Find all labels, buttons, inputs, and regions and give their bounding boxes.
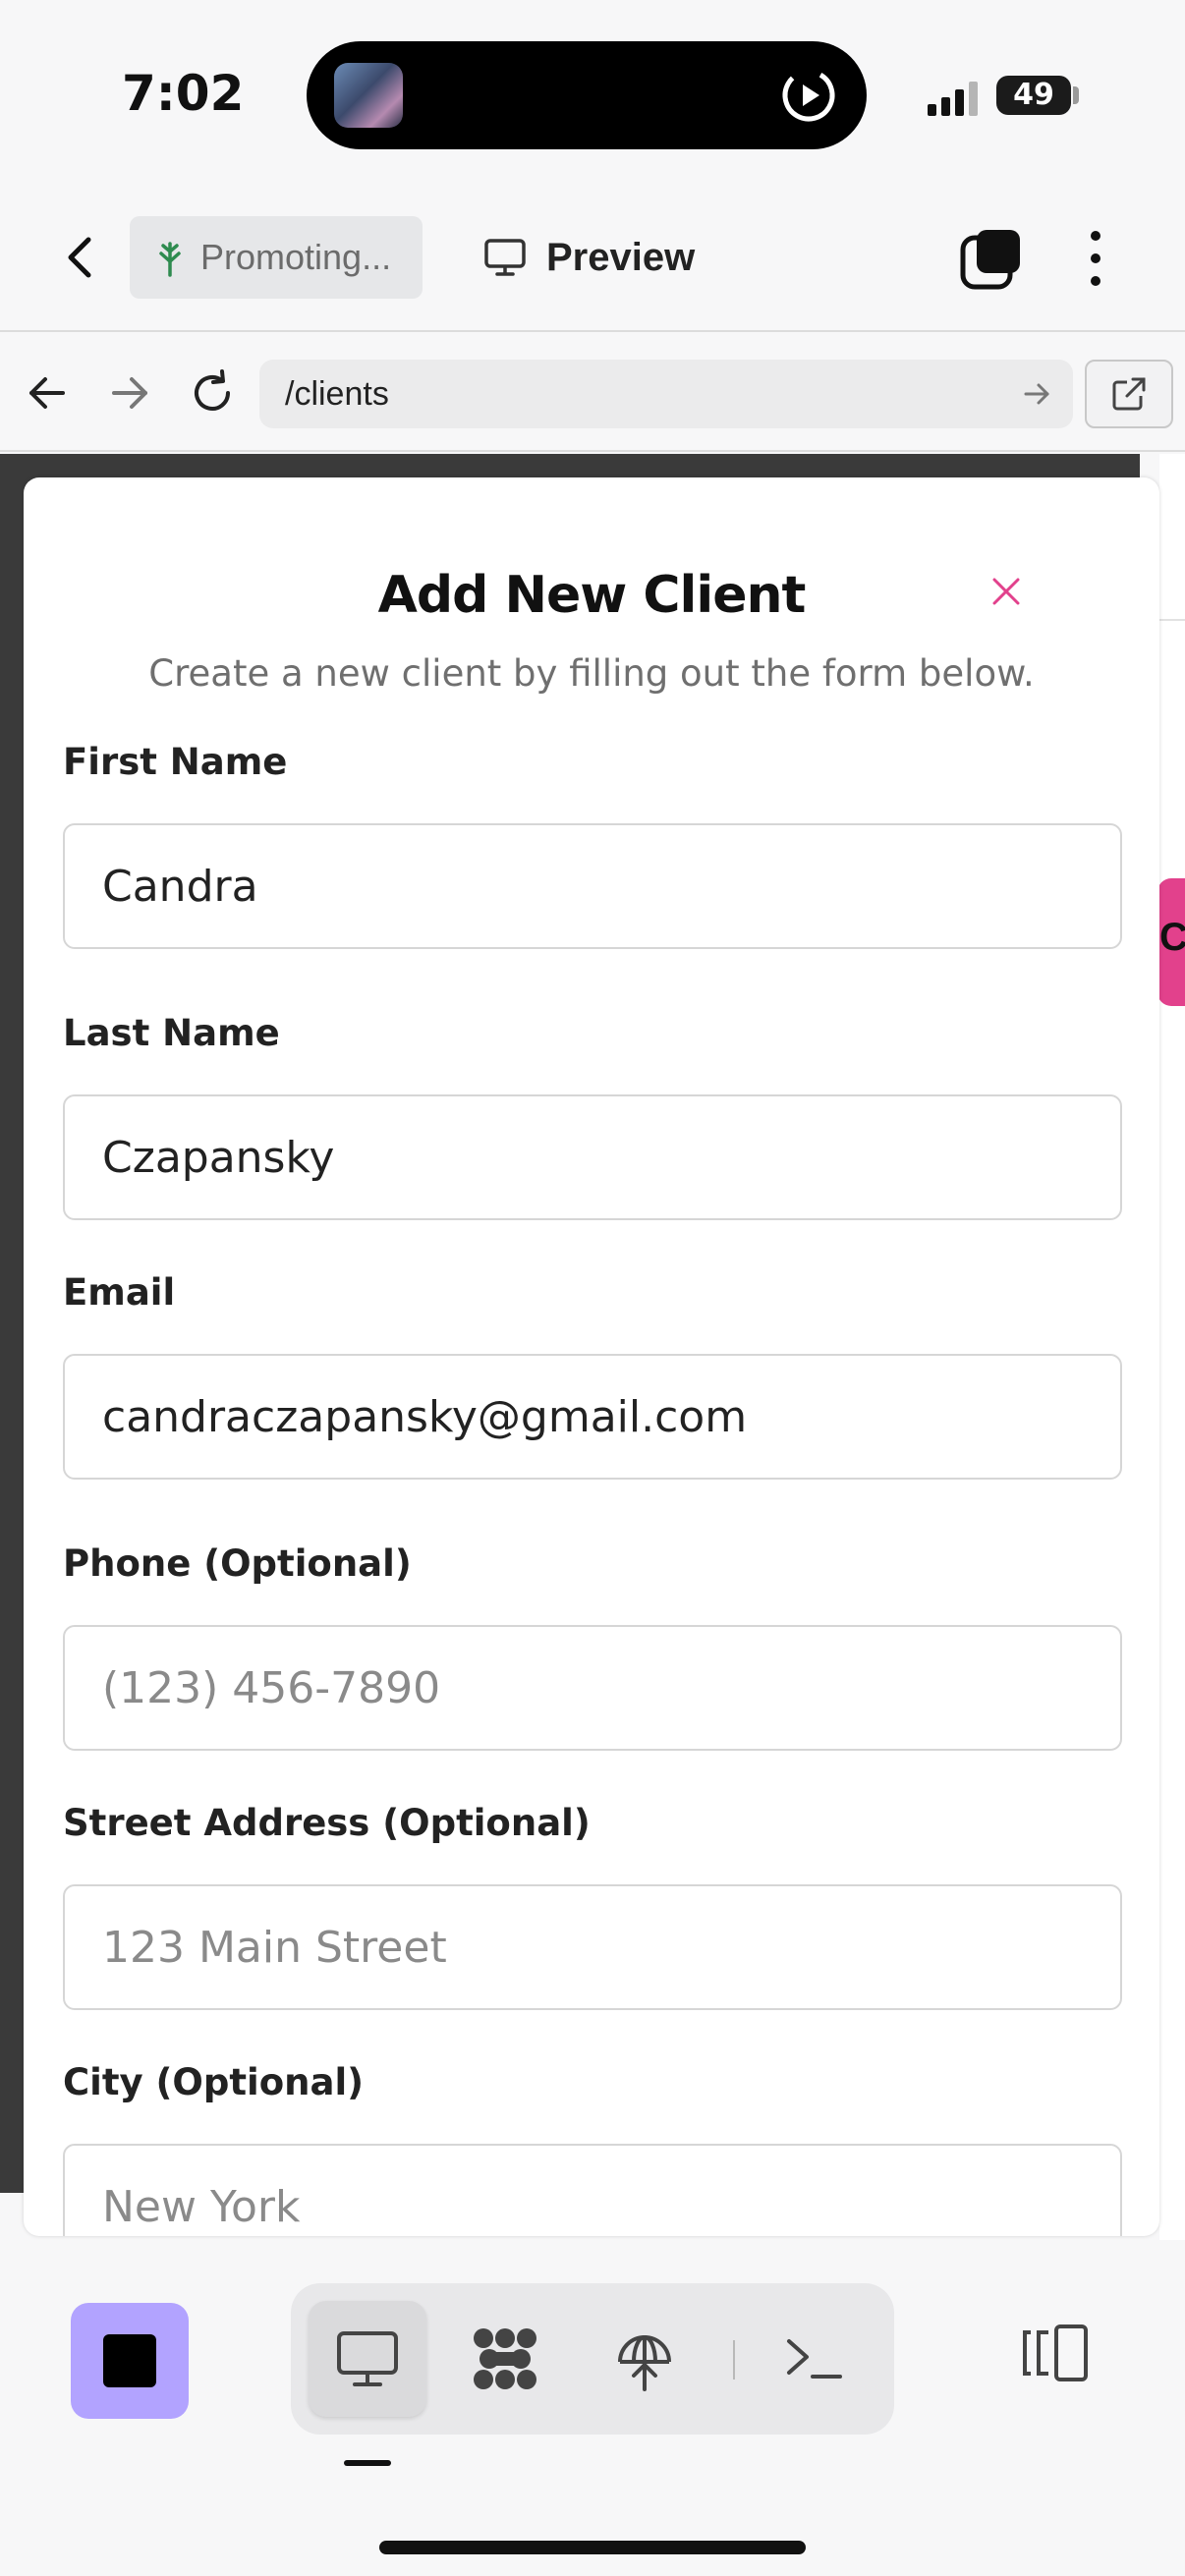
email-label: Email: [63, 1271, 176, 1314]
background-add-client-button[interactable]: Cl: [1157, 878, 1185, 1006]
status-time: 7:02: [122, 65, 245, 122]
browser-bar: /clients: [0, 334, 1185, 452]
bottom-toolbar: [0, 2240, 1185, 2576]
cellular-signal-icon: [928, 82, 978, 116]
monitor-icon: [484, 239, 526, 276]
chevron-left-icon[interactable]: [51, 228, 110, 287]
panel-toggle-icon: [1023, 2324, 1088, 2381]
deploy-button[interactable]: [586, 2301, 704, 2417]
background-page-divider: [1159, 619, 1185, 621]
terminal-button[interactable]: [755, 2301, 873, 2417]
project-label: Promoting...: [200, 237, 392, 277]
last-name-field[interactable]: [63, 1094, 1122, 1220]
status-bar: 7:02 49: [0, 0, 1185, 187]
city-field[interactable]: [63, 2144, 1122, 2236]
external-link-icon: [1112, 377, 1146, 411]
background-page-edge: [1159, 454, 1185, 2240]
url-field[interactable]: /clients: [259, 360, 1073, 428]
web-viewport: Cl Add New Client Create a new client by…: [0, 454, 1185, 2240]
home-indicator: [379, 2541, 806, 2554]
city-label: City (Optional): [63, 2061, 365, 2103]
preview-label: Preview: [546, 235, 696, 279]
close-icon[interactable]: [987, 572, 1026, 611]
tree-icon: [159, 242, 181, 277]
url-text: /clients: [285, 374, 389, 413]
stacked-squares-icon[interactable]: [959, 226, 1024, 291]
preview-tab[interactable]: Preview: [483, 222, 695, 293]
more-vertical-icon[interactable]: [1071, 226, 1120, 291]
battery-icon: 49: [996, 76, 1071, 115]
open-external-button[interactable]: [1085, 360, 1173, 428]
desktop-preview-icon: [337, 2331, 398, 2386]
deploy-icon: [618, 2335, 671, 2391]
reload-icon[interactable]: [185, 365, 240, 420]
stop-button[interactable]: [71, 2303, 189, 2419]
background-button-text: Cl: [1159, 916, 1185, 959]
street-address-label: Street Address (Optional): [63, 1802, 591, 1844]
dynamic-island: [307, 41, 867, 149]
email-field[interactable]: [63, 1354, 1122, 1480]
terminal-icon: [787, 2339, 842, 2379]
phone-label: Phone (Optional): [63, 1542, 412, 1585]
last-name-label: Last Name: [63, 1012, 280, 1054]
tool-divider: [733, 2340, 735, 2380]
first-name-label: First Name: [63, 741, 288, 783]
add-client-dialog: Add New Client Create a new client by fi…: [24, 477, 1159, 2236]
project-chip[interactable]: Promoting...: [130, 216, 423, 299]
arrow-left-icon[interactable]: [20, 365, 75, 420]
desktop-preview-button[interactable]: [309, 2301, 426, 2417]
panel-toggle-button[interactable]: [1012, 2311, 1097, 2395]
screen-record-play-icon: [782, 69, 835, 122]
active-tool-indicator: [344, 2460, 391, 2466]
stop-icon: [103, 2334, 156, 2387]
phone-field[interactable]: [63, 1625, 1122, 1751]
street-address-field[interactable]: [63, 1884, 1122, 2010]
workflow-button[interactable]: [446, 2301, 564, 2417]
workflow-icon: [474, 2328, 536, 2389]
tool-switcher: [291, 2283, 894, 2435]
battery-cap: [1073, 86, 1079, 104]
arrow-right-icon[interactable]: [102, 365, 157, 420]
app-header: Promoting... Preview: [0, 187, 1185, 332]
dialog-subtitle: Create a new client by filling out the f…: [148, 652, 1035, 695]
screen-recording-thumbnail: [334, 63, 403, 128]
arrow-right-small-icon[interactable]: [1018, 375, 1055, 413]
first-name-field[interactable]: [63, 823, 1122, 949]
